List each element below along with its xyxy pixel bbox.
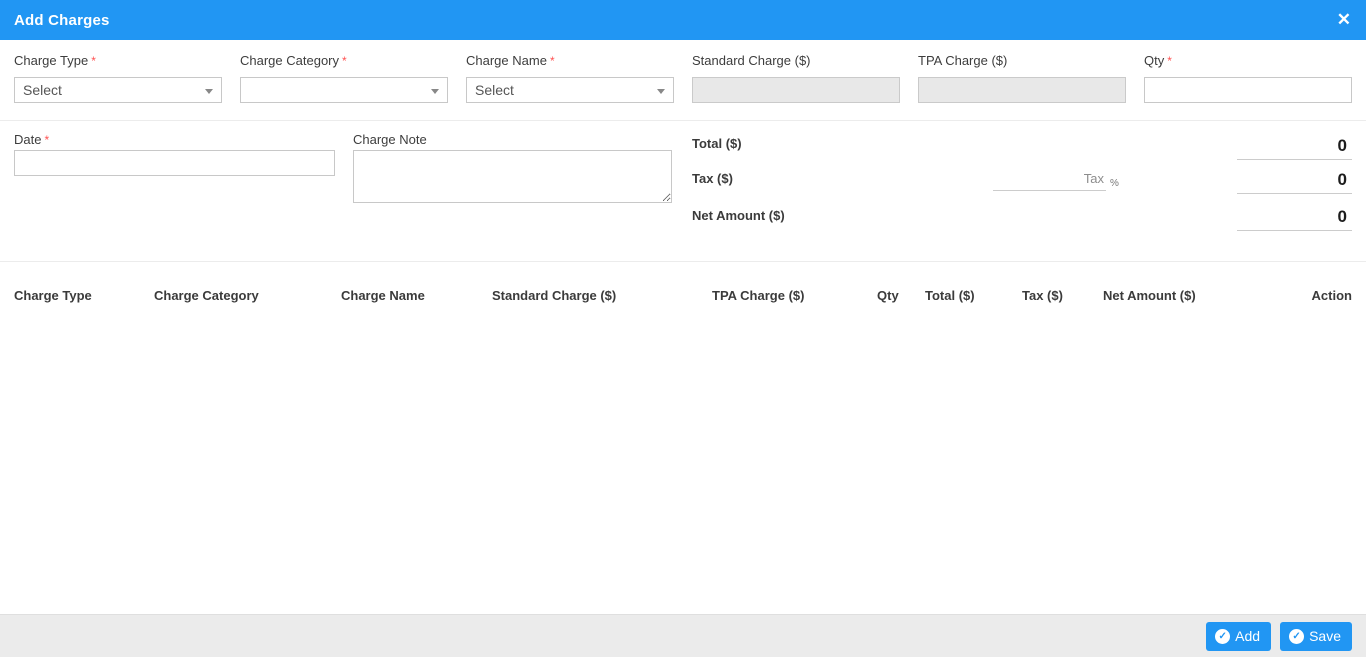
charge-type-field: Charge Type * Select [14,53,222,120]
tax-value: 0 [1237,170,1352,194]
col-charge-type: Charge Type [14,288,92,303]
check-circle-icon: ✓ [1289,628,1305,644]
charge-name-label: Charge Name * [466,53,674,68]
charge-category-label-text: Charge Category [240,53,339,68]
col-charge-name: Charge Name [341,288,425,303]
standard-charge-label: Standard Charge ($) [692,53,900,68]
net-amount-value: 0 [1237,207,1352,231]
charge-category-select[interactable] [240,77,448,103]
charge-entry-row: Charge Type * Select Charge Category * Cha… [0,40,1366,121]
col-qty: Qty [877,288,899,303]
add-button[interactable]: ✓ Add [1206,621,1272,651]
standard-charge-label-text: Standard Charge ($) [692,53,811,68]
date-note-totals-row: Date* Charge Note Total ($) 0 Tax ($) % … [0,121,1366,262]
total-value: 0 [1237,136,1352,160]
charge-type-label-text: Charge Type [14,53,89,68]
tax-label: Tax ($) [692,171,733,186]
check-circle-icon: ✓ [1215,628,1231,644]
charge-name-select-value: Select [475,82,514,98]
required-asterisk: * [44,133,50,147]
col-net-amount: Net Amount ($) [1103,288,1196,303]
charges-table-header-row: Charge Type Charge Category Charge Name … [14,262,1352,311]
modal-footer: ✓ Add ✓ Save [0,614,1366,657]
tpa-charge-label-text: TPA Charge ($) [918,53,1008,68]
modal-title: Add Charges [14,11,110,29]
charge-note-textarea[interactable] [353,150,672,203]
save-button-label: Save [1309,628,1341,644]
chevron-down-icon [657,89,665,94]
charge-name-field: Charge Name * Select [466,53,674,120]
qty-label-text: Qty [1144,53,1165,68]
date-label-text: Date [14,132,42,147]
add-button-label: Add [1235,628,1261,644]
charge-type-label: Charge Type * [14,53,222,68]
required-asterisk: * [342,54,347,68]
date-label: Date * [14,132,49,147]
qty-input[interactable] [1144,77,1352,103]
qty-field: Qty * [1144,53,1352,120]
col-charge-category: Charge Category [154,288,259,303]
tpa-charge-label: TPA Charge ($) [918,53,1126,68]
charges-table-area: Charge Type Charge Category Charge Name … [0,262,1366,614]
col-total: Total ($) [925,288,975,303]
modal-header: Add Charges ✕ [0,0,1366,40]
standard-charge-input [692,77,900,103]
close-icon[interactable]: ✕ [1337,10,1351,30]
charge-type-select[interactable]: Select [14,77,222,103]
charge-category-field: Charge Category * [240,53,448,120]
col-action: Action [1311,288,1352,303]
charge-name-select[interactable]: Select [466,77,674,103]
standard-charge-field: Standard Charge ($) [692,53,900,120]
date-input[interactable] [14,150,335,176]
add-charges-modal: Add Charges ✕ Charge Type * Select Charge… [0,0,1366,657]
chevron-down-icon [205,89,213,94]
tax-percent-input[interactable] [993,169,1106,191]
save-button[interactable]: ✓ Save [1280,621,1352,651]
chevron-down-icon [431,89,439,94]
charge-category-label: Charge Category * [240,53,448,68]
percent-suffix: % [1110,178,1119,189]
tpa-charge-field: TPA Charge ($) [918,53,1126,120]
charge-note-label: Charge Note [353,132,427,147]
tpa-charge-input [918,77,1126,103]
required-asterisk: * [1167,54,1172,68]
charge-type-select-value: Select [23,82,62,98]
col-tpa-charge: TPA Charge ($) [712,288,805,303]
charge-name-label-text: Charge Name [466,53,547,68]
net-amount-label: Net Amount ($) [692,208,785,223]
charges-table: Charge Type Charge Category Charge Name … [14,262,1352,311]
charge-note-label-text: Charge Note [353,132,427,147]
col-standard-charge: Standard Charge ($) [492,288,617,303]
col-tax: Tax ($) [1022,288,1063,303]
required-asterisk: * [549,54,555,68]
required-asterisk: * [91,54,96,68]
qty-label: Qty * [1144,53,1352,68]
charges-table-head: Charge Type Charge Category Charge Name … [14,262,1352,311]
total-label: Total ($) [692,136,742,151]
